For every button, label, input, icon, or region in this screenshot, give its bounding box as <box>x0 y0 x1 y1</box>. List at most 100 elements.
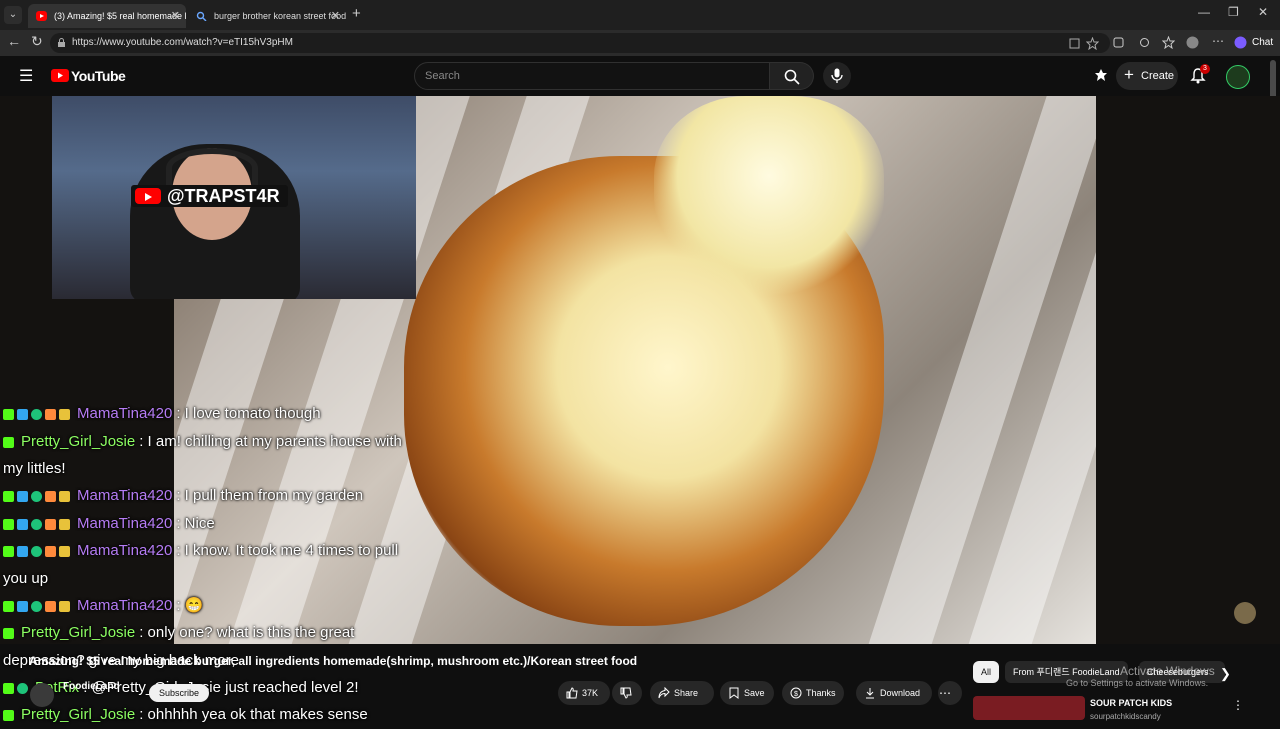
menu-hamburger-icon[interactable]: ☰ <box>19 66 33 86</box>
copilot-icon[interactable] <box>1234 36 1247 49</box>
chat-username[interactable]: MamaTina420 <box>77 487 172 504</box>
chat-message: MamaTina420: Nice <box>3 510 423 538</box>
reload-icon[interactable]: ↻ <box>31 33 43 50</box>
close-window-icon[interactable]: ✕ <box>1258 5 1268 19</box>
crown-badge-icon <box>59 409 70 421</box>
tab-search[interactable]: burger brother korean street food ✕ <box>188 4 346 28</box>
create-button[interactable]: + Create <box>1116 62 1178 90</box>
browser-tab-bar: ⌄ (3) Amazing! $5 real homemade bu ✕ bur… <box>0 0 1280 30</box>
chat-username[interactable]: Pretty_Girl_Josie <box>21 706 135 723</box>
copilot-chat-button[interactable]: Chat <box>1252 37 1273 48</box>
bookmark-icon <box>729 687 739 699</box>
verified-badge-icon <box>17 546 28 558</box>
recommendation-more-icon[interactable]: ⋮ <box>1232 698 1244 712</box>
more-actions-button[interactable]: ⋯ <box>938 681 962 705</box>
search-input[interactable]: Search <box>414 62 770 90</box>
url-field[interactable]: https://www.youtube.com/watch?v=eTI15hV3… <box>50 33 1110 53</box>
share-button[interactable]: Share <box>650 681 714 705</box>
stream-chat-overlay: MamaTina420: I love tomato though Pretty_… <box>3 400 423 729</box>
tab-youtube-video[interactable]: (3) Amazing! $5 real homemade bu ✕ <box>28 4 186 28</box>
crown-badge-icon <box>59 546 70 558</box>
new-tab-icon[interactable]: + <box>352 5 361 22</box>
tab-close-icon[interactable]: ✕ <box>331 4 340 28</box>
tab-label: burger brother korean street food <box>214 11 346 21</box>
chat-text: : 😁 <box>176 596 204 614</box>
profile-avatar-icon[interactable] <box>1186 36 1199 49</box>
search-button[interactable] <box>770 62 814 90</box>
chat-badges <box>3 510 73 537</box>
chat-badges <box>3 702 17 729</box>
voice-search-button[interactable] <box>823 62 851 90</box>
chat-username[interactable]: MamaTina420 <box>77 597 172 614</box>
chat-badges <box>3 674 31 701</box>
gift-badge-icon <box>45 546 56 558</box>
youtube-favicon-icon <box>36 11 47 21</box>
like-count: 37K <box>582 688 599 698</box>
verified-badge-icon <box>17 491 28 503</box>
channel-avatar[interactable] <box>30 683 54 707</box>
search-icon <box>784 69 800 85</box>
download-button[interactable]: Download <box>856 681 932 705</box>
gift-badge-icon <box>45 491 56 503</box>
gift-badge-icon <box>45 409 56 421</box>
thumbs-down-icon <box>620 687 632 699</box>
check-badge-icon <box>31 409 42 421</box>
chat-badges <box>3 538 73 565</box>
save-button[interactable]: Save <box>720 681 774 705</box>
chip-all[interactable]: All <box>973 661 1000 683</box>
crown-badge-icon <box>59 600 70 612</box>
favorite-star-icon[interactable] <box>1086 37 1099 50</box>
thanks-label: Thanks <box>806 688 836 698</box>
streamer-handle-banner: @TRAPST4R <box>131 185 288 207</box>
chips-next-chevron-icon[interactable]: ❯ <box>1220 666 1231 682</box>
verified-badge-icon <box>17 409 28 421</box>
svg-text:$: $ <box>794 691 798 698</box>
check-badge-icon <box>31 518 42 530</box>
extension-puzzle-icon[interactable] <box>1138 36 1151 49</box>
tab-close-icon[interactable]: ✕ <box>171 4 180 28</box>
search-placeholder: Search <box>425 70 460 82</box>
kick-badge-icon <box>3 546 14 558</box>
chat-username[interactable]: MamaTina420 <box>77 515 172 532</box>
extensions-icon[interactable] <box>1112 36 1125 49</box>
tab-actions-chevron-icon[interactable]: ⌄ <box>4 6 22 24</box>
restore-icon[interactable]: ❐ <box>1228 5 1239 19</box>
back-arrow-icon[interactable]: ← <box>7 33 21 49</box>
chat-username[interactable]: Pretty_Girl_Josie <box>21 624 135 641</box>
gift-badge-icon <box>45 518 56 530</box>
chat-message: MamaTina420: 😁 <box>3 592 423 620</box>
app-available-icon[interactable] <box>1068 37 1081 50</box>
kick-badge-icon <box>3 600 14 612</box>
check-badge-icon <box>17 682 28 694</box>
verified-badge-icon <box>17 600 28 612</box>
microphone-icon <box>831 68 843 83</box>
super-thanks-icon: $ <box>790 687 802 699</box>
download-label: Download <box>880 688 921 698</box>
channel-name[interactable]: FoodieLand <box>63 681 120 692</box>
recommendation-thumbnail[interactable] <box>973 696 1085 720</box>
dislike-button[interactable] <box>612 681 642 705</box>
account-avatar[interactable] <box>1226 65 1250 89</box>
youtube-badge-icon <box>135 188 161 204</box>
youtube-header: ☰ YouTube Search + Create 3 <box>0 56 1280 96</box>
chat-badges <box>3 592 73 619</box>
recommendation-title[interactable]: SOUR PATCH KIDS <box>1090 698 1172 708</box>
chat-text: : ohhhhh yea ok that makes sense <box>139 706 368 724</box>
chat-username[interactable]: MamaTina420 <box>77 405 172 422</box>
minimize-icon[interactable]: — <box>1198 5 1210 19</box>
youtube-logo-icon[interactable] <box>51 69 69 82</box>
foodieland-watermark-logo <box>1234 602 1256 624</box>
chat-username[interactable]: Pretty_Girl_Josie <box>21 433 135 450</box>
chat-message: Pretty_Girl_Josie: I am! chilling at my … <box>3 428 423 483</box>
more-menu-icon[interactable]: ⋯ <box>1212 34 1224 48</box>
youtube-logo-text[interactable]: YouTube <box>71 68 126 84</box>
share-icon <box>658 687 670 699</box>
favorites-icon[interactable] <box>1162 36 1175 49</box>
headphones <box>166 148 258 188</box>
chat-text: : @Pretty_Girl_Josie just reached level … <box>83 678 359 696</box>
thanks-button[interactable]: $ Thanks <box>782 681 844 705</box>
studio-icon[interactable] <box>1094 68 1108 82</box>
subscribe-button[interactable]: Subscribe <box>149 684 209 702</box>
like-button[interactable]: 37K <box>558 681 610 705</box>
chat-username[interactable]: MamaTina420 <box>77 542 172 559</box>
